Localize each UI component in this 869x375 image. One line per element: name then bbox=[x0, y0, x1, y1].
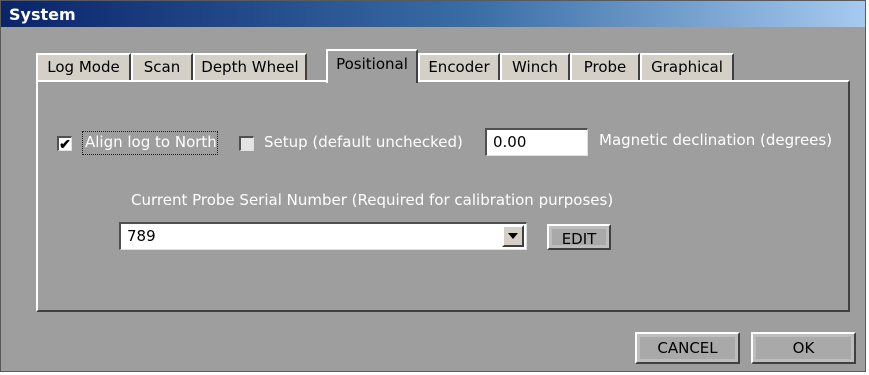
tab-winch[interactable]: Winch bbox=[500, 53, 570, 80]
cancel-button-label: CANCEL bbox=[640, 337, 735, 359]
combobox-dropdown-button[interactable] bbox=[502, 225, 524, 247]
window-title: System bbox=[9, 5, 76, 24]
title-bar: System bbox=[1, 1, 865, 27]
declination-input[interactable]: 0.00 bbox=[485, 128, 588, 156]
cancel-button[interactable]: CANCEL bbox=[635, 332, 740, 364]
chevron-down-icon bbox=[508, 233, 518, 239]
tab-encoder[interactable]: Encoder bbox=[418, 53, 500, 80]
edit-button-label: EDIT bbox=[552, 229, 606, 248]
align-north-checkbox[interactable]: ✔ bbox=[57, 136, 72, 151]
align-north-label: Align log to North bbox=[85, 133, 217, 151]
tab-positional[interactable]: Positional bbox=[326, 49, 418, 83]
tab-probe[interactable]: Probe bbox=[570, 53, 640, 80]
setup-label: Setup (default unchecked) bbox=[264, 133, 463, 151]
setup-checkbox[interactable] bbox=[239, 136, 254, 151]
tab-scan[interactable]: Scan bbox=[131, 53, 193, 80]
ok-button-label: OK bbox=[756, 337, 851, 359]
probe-serial-combobox[interactable]: 789 bbox=[119, 222, 527, 250]
tab-graphical[interactable]: Graphical bbox=[640, 53, 734, 80]
ok-button[interactable]: OK bbox=[751, 332, 856, 364]
probe-serial-label: Current Probe Serial Number (Required fo… bbox=[131, 191, 614, 209]
declination-label: Magnetic declination (degrees) bbox=[599, 131, 833, 149]
edit-button[interactable]: EDIT bbox=[547, 224, 611, 250]
tab-log-mode[interactable]: Log Mode bbox=[36, 53, 131, 80]
tab-depth-wheel[interactable]: Depth Wheel bbox=[193, 53, 307, 80]
system-dialog: System Log Mode Scan Depth Wheel Positio… bbox=[0, 0, 866, 372]
